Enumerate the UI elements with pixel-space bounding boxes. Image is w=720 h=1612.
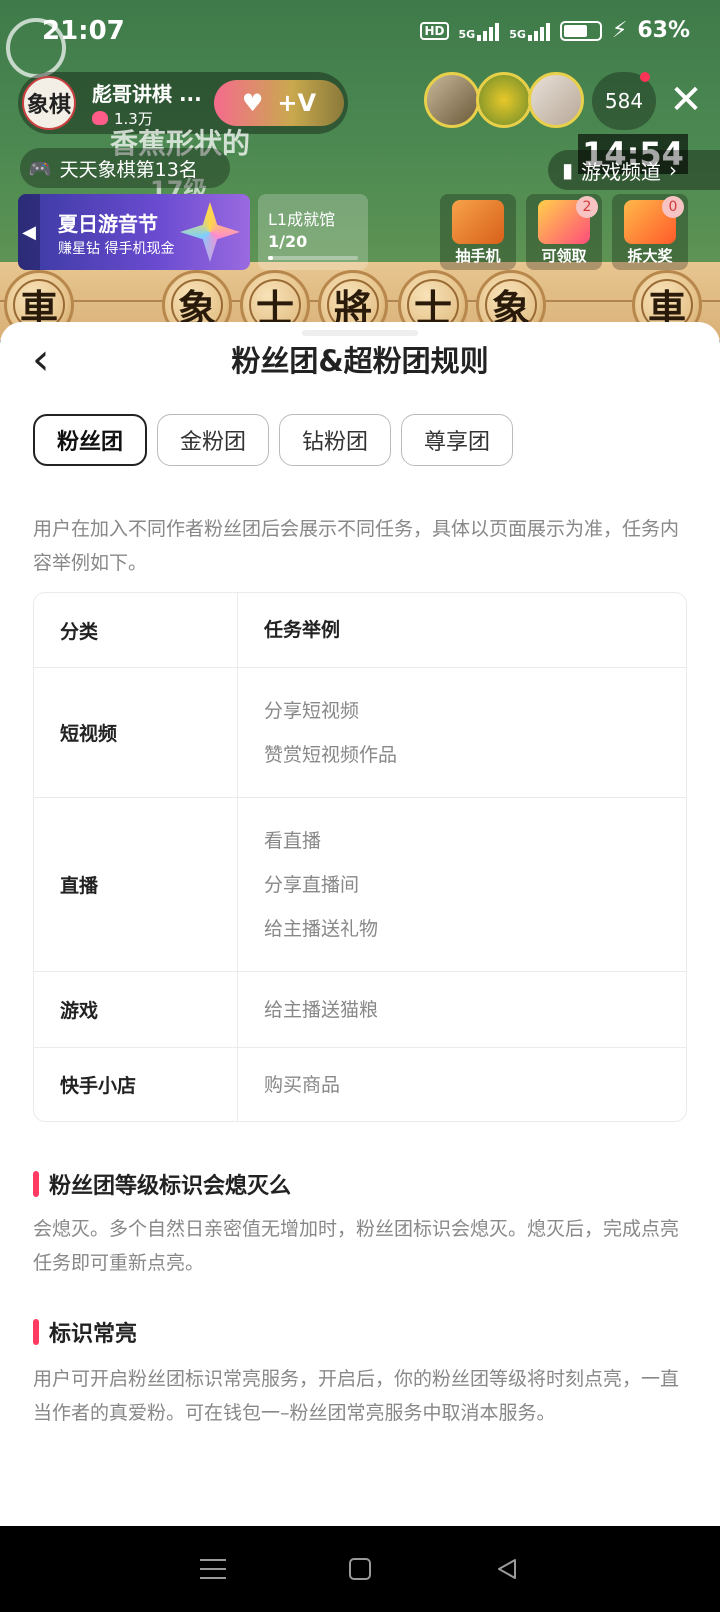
chevron-left-icon[interactable]: ◀	[18, 194, 40, 270]
tab-gold-fan[interactable]: 金粉团	[157, 414, 270, 466]
task-item: 分享直播间	[264, 874, 360, 896]
battery-icon	[559, 20, 602, 41]
task-category: 快手小店	[34, 1048, 238, 1121]
count-badge: 2	[576, 196, 598, 218]
back-triangle-icon[interactable]	[487, 1549, 527, 1589]
close-icon[interactable]: ✕	[664, 78, 708, 122]
activity-label: 拆大奖	[627, 247, 673, 265]
avatar[interactable]	[528, 72, 584, 128]
activity-draw-phone[interactable]: 抽手机	[440, 194, 516, 270]
tab-fan-club[interactable]: 粉丝团	[33, 414, 148, 466]
task-item: 看直播	[264, 830, 322, 852]
section-heading: 标识常亮	[33, 1316, 137, 1348]
table-header: 分类	[34, 593, 238, 667]
task-table: 分类 任务举例 短视频 分享短视频 赞赏短视频作品 直播 看直播 分享直播间 给…	[33, 592, 687, 1122]
viewer-count[interactable]: 584	[592, 72, 656, 130]
host-name: 彪哥讲棋 ...	[92, 82, 202, 106]
task-item: 分享短视频	[264, 700, 360, 722]
table-row: 游戏 给主播送猫粮	[34, 971, 686, 1047]
intro-text: 用户在加入不同作者粉丝团后会展示不同任务，具体以页面展示为准，任务内容举例如下。	[33, 518, 680, 574]
section-body: 会熄灭。多个自然日亲密值无增加时，粉丝团标识会熄灭。熄灭后，完成点亮任务即可重新…	[33, 1218, 680, 1274]
table-header: 任务举例	[264, 619, 341, 641]
network-type-label: 5G	[458, 27, 476, 41]
tier-tabs: 粉丝团 金粉团 钻粉团 尊享团	[33, 414, 514, 466]
home-icon[interactable]	[340, 1549, 380, 1589]
chevron-right-icon: ›	[669, 158, 678, 182]
task-item: 购买商品	[264, 1073, 341, 1096]
achievement-progress: 1/20	[268, 232, 308, 251]
rules-sheet: ‹ 粉丝团&超粉团规则 粉丝团 金粉团 钻粉团 尊享团 用户在加入不同作者粉丝团…	[0, 322, 720, 1526]
table-row: 直播 看直播 分享直播间 给主播送礼物	[34, 797, 686, 971]
rank-badge[interactable]: 🎮 天天象棋第13名	[20, 148, 230, 188]
section-title: 标识常亮	[49, 1322, 138, 1347]
battery-percent: 63%	[637, 18, 690, 43]
activity-grand-prize[interactable]: 0 拆大奖	[612, 194, 688, 270]
activity-label: 可领取	[541, 247, 587, 265]
avatar[interactable]	[476, 72, 532, 128]
follow-button[interactable]: ♥ +V	[214, 80, 344, 126]
section-title: 粉丝团等级标识会熄灭么	[49, 1174, 292, 1199]
game-channel-button[interactable]: ▮ 游戏频道 ›	[548, 150, 720, 190]
event-banner[interactable]: ◀ 夏日游音节 赚星钻 得手机现金	[18, 194, 250, 270]
task-category: 游戏	[34, 972, 238, 1047]
task-category: 短视频	[34, 668, 238, 797]
page-title: 粉丝团&超粉团规则	[231, 344, 489, 378]
menu-icon[interactable]	[193, 1549, 233, 1589]
signal-icon: 5G	[509, 21, 550, 41]
stream-back-icon[interactable]	[6, 18, 66, 78]
table-row: 短视频 分享短视频 赞赏短视频作品	[34, 667, 686, 797]
activity-label: 抽手机	[455, 247, 501, 265]
follow-label: +V	[277, 89, 317, 117]
section-body: 用户可开启粉丝团标识常亮服务，开启后，你的粉丝团等级将时刻点亮，一直当作者的真爱…	[33, 1368, 680, 1424]
task-item: 给主播送猫粮	[264, 998, 379, 1021]
tab-premium-fan[interactable]: 尊享团	[401, 414, 514, 466]
game-channel-label: 游戏频道	[581, 159, 662, 184]
system-nav-bar	[0, 1526, 720, 1612]
rank-label: 天天象棋第13名	[59, 158, 198, 181]
task-category: 直播	[34, 798, 238, 971]
task-item: 给主播送礼物	[264, 918, 379, 940]
banner-subtitle: 赚星钻 得手机现金	[58, 241, 175, 257]
task-item: 赞赏短视频作品	[264, 744, 398, 766]
charging-icon: ⚡	[611, 18, 628, 43]
gamepad-icon: 🎮	[28, 157, 52, 180]
achievement-card[interactable]: L1成就馆 1/20	[258, 194, 368, 270]
heart-plus-icon: ♥	[241, 89, 264, 117]
count-badge: 0	[662, 196, 684, 218]
avatar[interactable]	[424, 72, 480, 128]
sheet-grab-handle[interactable]	[302, 330, 418, 336]
progress-bar	[268, 256, 358, 260]
host-avatar[interactable]: 象棋	[22, 76, 76, 130]
phone-icon	[452, 200, 504, 244]
table-row: 快手小店 购买商品	[34, 1047, 686, 1121]
heart-icon	[92, 111, 108, 125]
hd-icon: HD	[420, 21, 449, 40]
status-bar: 21:07 HD 5G 5G ⚡ 63%	[0, 0, 720, 60]
table-header-row: 分类 任务举例	[34, 593, 686, 667]
achievement-title: L1成就馆	[268, 210, 336, 229]
activity-claim[interactable]: 2 可领取	[526, 194, 602, 270]
tab-diamond-fan[interactable]: 钻粉团	[279, 414, 392, 466]
signal-icon: 5G	[459, 21, 500, 41]
section-heading: 粉丝团等级标识会熄灭么	[33, 1168, 291, 1200]
banner-title: 夏日游音节	[58, 212, 158, 236]
bars-icon: ▮	[562, 158, 574, 182]
accent-bar	[33, 1171, 39, 1197]
viewer-avatars[interactable]	[424, 72, 584, 128]
network-type-label: 5G	[509, 27, 526, 41]
star-icon	[180, 202, 240, 262]
accent-bar	[33, 1319, 39, 1345]
